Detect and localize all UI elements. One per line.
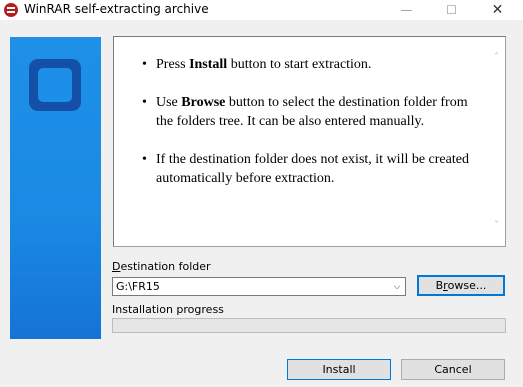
chevron-down-icon[interactable]: ⌵ <box>389 278 405 295</box>
winrar-app-icon <box>4 3 18 17</box>
browse-button[interactable]: Br owse... <box>417 275 505 296</box>
destination-folder-value[interactable]: G:\FR15 <box>116 280 160 293</box>
instruction-text: Press Install button to start extraction… <box>156 57 372 72</box>
instruction-item: • Press Install button to start extractio… <box>136 55 481 74</box>
instruction-item: • If the destination folder does not exis… <box>136 150 481 188</box>
minimize-button[interactable]: — <box>384 0 429 20</box>
destination-folder-field[interactable]: G:\FR15 ⌵ <box>112 277 406 296</box>
bullet-icon: • <box>142 95 147 110</box>
close-icon: ✕ <box>491 2 504 18</box>
branding-panel <box>10 37 101 339</box>
bullet-icon: • <box>142 152 147 167</box>
installation-progress-label: Installation progress <box>112 303 224 316</box>
minimize-icon: — <box>400 3 413 17</box>
close-button[interactable]: ✕ <box>475 0 520 20</box>
instructions-text: • Press Install button to start extractio… <box>136 55 481 207</box>
instructions-box: • Press Install button to start extractio… <box>113 36 506 247</box>
instruction-text: Use Browse button to select the destinat… <box>156 95 468 129</box>
bullet-icon: • <box>142 57 147 72</box>
window-title: WinRAR self-extracting archive <box>24 2 209 16</box>
archive-logo-icon <box>29 59 81 111</box>
installation-progress-bar <box>112 318 506 333</box>
cancel-button[interactable]: Cancel <box>401 359 505 380</box>
destination-folder-label: Destination folder <box>112 260 211 273</box>
install-button[interactable]: Install <box>287 359 391 380</box>
title-bar: WinRAR self-extracting archive — ☐ ✕ <box>0 0 523 20</box>
instruction-text: If the destination folder does not exist… <box>156 152 469 186</box>
maximize-icon: ☐ <box>446 3 457 17</box>
scroll-up-icon[interactable]: ˄ <box>488 49 505 66</box>
instruction-item: • Use Browse button to select the destina… <box>136 93 481 131</box>
scroll-down-icon[interactable]: ˅ <box>488 217 505 234</box>
maximize-button[interactable]: ☐ <box>429 0 474 20</box>
instructions-scrollbar[interactable]: ˄ ˅ <box>488 37 505 246</box>
